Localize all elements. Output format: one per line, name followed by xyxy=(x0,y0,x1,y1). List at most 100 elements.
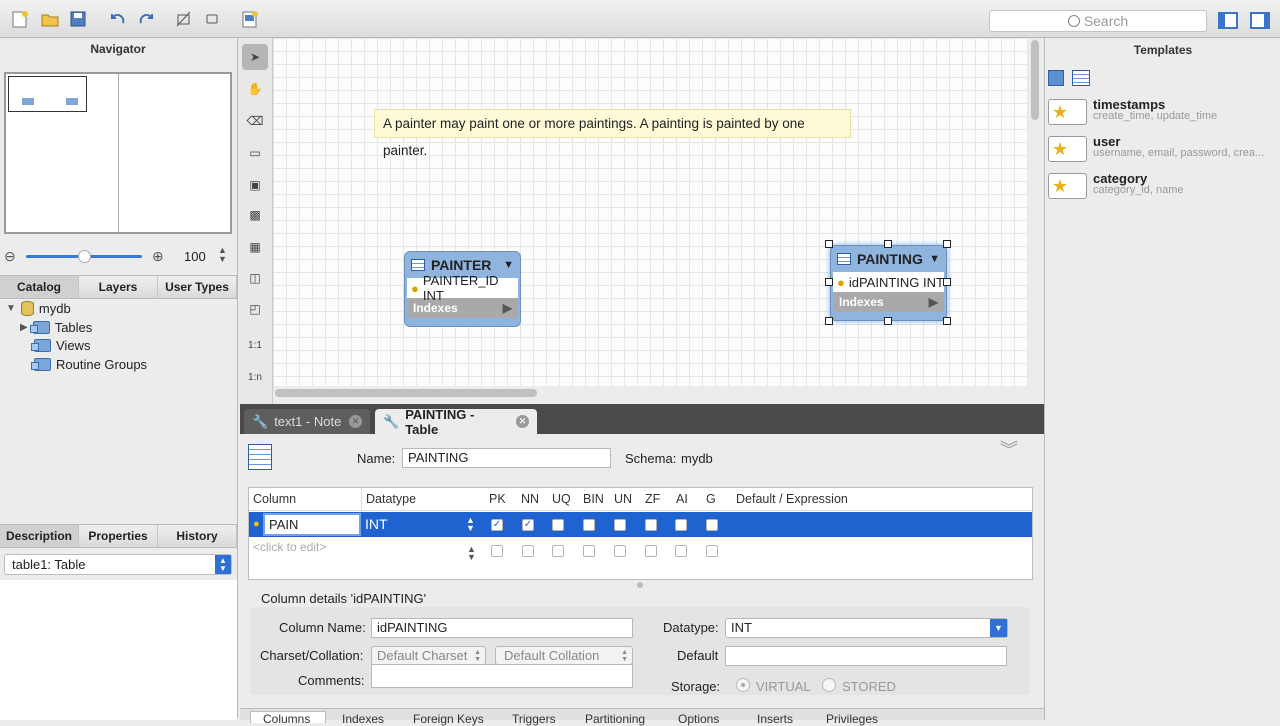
collation-select[interactable]: Default Collation ▲ ▼ xyxy=(495,646,633,665)
resize-handle[interactable] xyxy=(825,278,833,286)
bin-checkbox[interactable] xyxy=(583,519,595,531)
resize-handle[interactable] xyxy=(943,317,951,325)
expand-arrow-icon[interactable]: ▶ xyxy=(929,295,938,309)
diagram-note[interactable]: A painter may paint one or more painting… xyxy=(374,109,851,158)
entity-painting[interactable]: PAINTING ▼ ● idPAINTING INT Indexes ▶ xyxy=(830,245,947,321)
tree-item-routine-groups[interactable]: Routine Groups xyxy=(31,357,147,372)
un-checkbox[interactable] xyxy=(614,545,626,557)
col-header-pk[interactable]: PK xyxy=(489,492,506,506)
pk-checkbox[interactable]: ✓ xyxy=(491,519,503,531)
navigator-viewport[interactable] xyxy=(8,76,87,112)
tab-indexes[interactable]: Indexes xyxy=(342,712,384,726)
collapse-arrow-icon[interactable]: ▼ xyxy=(503,259,514,271)
object-select[interactable]: table1: Table ▲ ▼ xyxy=(4,554,232,575)
tab-properties[interactable]: Properties xyxy=(79,525,158,547)
view-tool-icon[interactable]: ◫ xyxy=(242,265,268,291)
zoom-out-icon[interactable]: ⊖ xyxy=(4,248,16,265)
datatype-value[interactable]: INT xyxy=(365,516,388,532)
tab-user-types[interactable]: User Types xyxy=(158,276,237,298)
tab-inserts[interactable]: Inserts xyxy=(757,712,793,726)
tab-partitioning[interactable]: Partitioning xyxy=(585,712,645,726)
image-tool-icon[interactable]: ▩ xyxy=(242,202,268,228)
pointer-tool-icon[interactable]: ➤ xyxy=(242,44,268,70)
tab-description[interactable]: Description xyxy=(0,525,79,547)
canvas-vscrollbar[interactable] xyxy=(1031,40,1039,120)
hand-tool-icon[interactable]: ✋ xyxy=(242,76,268,102)
tree-item-tables[interactable]: ▶ Tables xyxy=(20,320,92,335)
close-icon[interactable]: ✕ xyxy=(516,415,529,428)
g-checkbox[interactable] xyxy=(706,545,718,557)
templates-table-icon[interactable] xyxy=(1048,70,1064,86)
template-item-timestamps[interactable]: ★ timestamps create_time, update_time xyxy=(1048,97,1280,131)
zf-checkbox[interactable] xyxy=(645,519,657,531)
bin-checkbox[interactable] xyxy=(583,545,595,557)
align-grid-icon[interactable] xyxy=(202,9,222,29)
datatype-stepper-icon[interactable]: ▲ ▼ xyxy=(467,545,476,562)
undo-icon[interactable] xyxy=(108,9,128,29)
collapse-chevron-icon[interactable]: ︾ xyxy=(1000,441,1018,459)
diagram-canvas[interactable] xyxy=(273,38,1028,386)
uq-checkbox[interactable] xyxy=(552,519,564,531)
resize-handle[interactable] xyxy=(884,240,892,248)
col-header-column[interactable]: Column xyxy=(253,492,296,506)
new-note-icon[interactable] xyxy=(240,9,260,29)
resize-handle[interactable] xyxy=(884,317,892,325)
ai-checkbox[interactable] xyxy=(675,545,687,557)
expanded-triangle-icon[interactable]: ▼ xyxy=(6,303,16,314)
collapsed-triangle-icon[interactable]: ▶ xyxy=(20,322,28,333)
templates-grid-icon[interactable] xyxy=(1072,70,1090,86)
toggle-sidebar-icon[interactable] xyxy=(1218,12,1238,29)
tab-columns[interactable]: Columns xyxy=(263,712,310,726)
entity-indexes[interactable]: Indexes ▶ xyxy=(833,292,944,312)
tab-privileges[interactable]: Privileges xyxy=(826,712,878,726)
col-header-uq[interactable]: UQ xyxy=(552,492,571,506)
resize-handle[interactable] xyxy=(825,240,833,248)
uq-checkbox[interactable] xyxy=(552,545,564,557)
resize-handle[interactable] xyxy=(825,317,833,325)
collapse-arrow-icon[interactable]: ▼ xyxy=(929,253,940,265)
col-header-bin[interactable]: BIN xyxy=(583,492,604,506)
table-row[interactable]: ● PAIN INT ▲ ▼ xyxy=(249,512,1032,537)
col-header-default[interactable]: Default / Expression xyxy=(736,492,848,506)
layer-tool-icon[interactable]: ▭ xyxy=(242,140,268,166)
entity-painter[interactable]: PAINTER ▼ ● PAINTER_ID INT Indexes ▶ xyxy=(404,251,521,327)
canvas-hscrollbar[interactable] xyxy=(275,389,537,397)
stored-radio[interactable] xyxy=(822,678,836,692)
col-header-ai[interactable]: AI xyxy=(676,492,688,506)
tab-layers[interactable]: Layers xyxy=(79,276,158,298)
resize-handle[interactable] xyxy=(943,240,951,248)
tab-options[interactable]: Options xyxy=(678,712,719,726)
datatype-select[interactable]: INT ▼ xyxy=(725,618,1008,638)
comments-textarea[interactable] xyxy=(371,664,633,688)
ai-checkbox[interactable] xyxy=(675,519,687,531)
tree-item-views[interactable]: Views xyxy=(31,338,90,353)
save-icon[interactable] xyxy=(68,9,88,29)
nn-checkbox[interactable] xyxy=(522,545,534,557)
zoom-slider[interactable] xyxy=(26,250,142,263)
table-name-input[interactable]: PAINTING xyxy=(402,448,611,468)
virtual-radio[interactable] xyxy=(736,678,750,692)
zf-checkbox[interactable] xyxy=(645,545,657,557)
g-checkbox[interactable] xyxy=(706,519,718,531)
column-name-input[interactable]: idPAINTING xyxy=(371,618,633,638)
charset-select[interactable]: Default Charset ▲ ▼ xyxy=(371,646,486,665)
tab-triggers[interactable]: Triggers xyxy=(512,712,556,726)
col-header-datatype[interactable]: Datatype xyxy=(366,492,416,506)
col-header-g[interactable]: G xyxy=(706,492,716,506)
zoom-stepper-icon[interactable]: ▲ ▼ xyxy=(218,246,227,264)
tab-history[interactable]: History xyxy=(158,525,237,547)
splitter-handle[interactable] xyxy=(637,582,643,588)
navigator-minimap[interactable] xyxy=(4,72,232,234)
relationship-1-1-tool[interactable]: 1:1 xyxy=(242,332,268,358)
column-name-editor[interactable]: PAIN xyxy=(263,513,361,536)
pk-checkbox[interactable] xyxy=(491,545,503,557)
col-header-nn[interactable]: NN xyxy=(521,492,539,506)
tab-catalog[interactable]: Catalog xyxy=(0,276,79,298)
eraser-tool-icon[interactable]: ⌫ xyxy=(242,108,268,134)
open-folder-icon[interactable] xyxy=(40,9,60,29)
description-area[interactable] xyxy=(0,580,237,720)
select-arrows-icon[interactable]: ▲ ▼ xyxy=(215,555,231,574)
template-item-user[interactable]: ★ user username, email, password, crea..… xyxy=(1048,134,1280,168)
datatype-stepper-icon[interactable]: ▲ ▼ xyxy=(466,516,475,533)
tree-item-mydb[interactable]: ▼ mydb xyxy=(6,301,71,316)
